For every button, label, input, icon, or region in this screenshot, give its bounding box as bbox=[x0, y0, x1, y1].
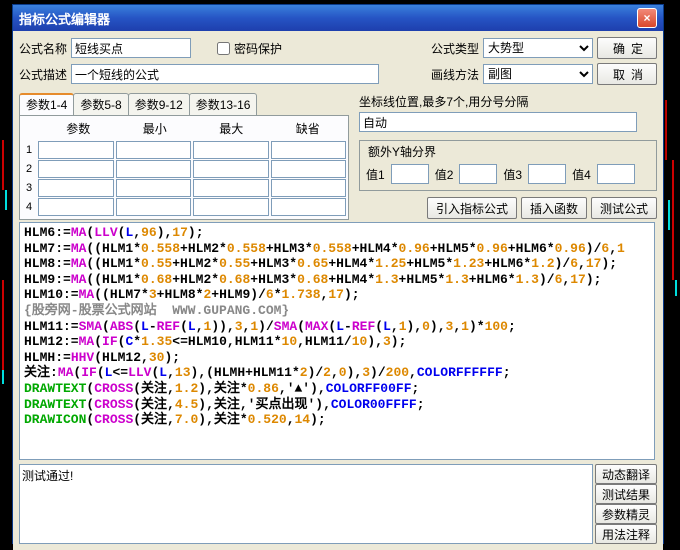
titlebar[interactable]: 指标公式编辑器 × bbox=[13, 5, 663, 31]
v1-label: 值1 bbox=[366, 166, 385, 183]
param-cell-input[interactable] bbox=[271, 141, 347, 159]
draw-method-select[interactable]: 副图 bbox=[483, 64, 593, 84]
param-row-num: 2 bbox=[22, 163, 36, 175]
param-header: 缺省 bbox=[270, 120, 347, 137]
param-cell-input[interactable] bbox=[193, 179, 269, 197]
cancel-button[interactable]: 取消 bbox=[597, 63, 657, 85]
v3-input[interactable] bbox=[528, 164, 566, 184]
password-protect-checkbox[interactable] bbox=[217, 42, 230, 55]
param-cell-input[interactable] bbox=[38, 160, 114, 178]
side-button[interactable]: 用法注释 bbox=[595, 524, 657, 544]
param-cell-input[interactable] bbox=[193, 141, 269, 159]
param-cell-input[interactable] bbox=[193, 198, 269, 216]
param-tab-1[interactable]: 参数1-4 bbox=[19, 93, 74, 115]
param-header: 最大 bbox=[193, 120, 270, 137]
formula-desc-input[interactable] bbox=[71, 64, 379, 84]
window-title: 指标公式编辑器 bbox=[19, 9, 110, 28]
import-formula-button[interactable]: 引入指标公式 bbox=[427, 197, 517, 219]
param-row-num: 4 bbox=[22, 201, 36, 213]
formula-name-input[interactable] bbox=[71, 38, 191, 58]
formula-name-label: 公式名称 bbox=[19, 40, 67, 57]
coord-label: 坐标线位置,最多7个,用分号分隔 bbox=[359, 95, 528, 109]
param-tab-3[interactable]: 参数9-12 bbox=[128, 93, 190, 115]
password-protect-label: 密码保护 bbox=[234, 40, 282, 57]
param-cell-input[interactable] bbox=[116, 179, 192, 197]
formula-desc-label: 公式描述 bbox=[19, 66, 67, 83]
ok-button[interactable]: 确定 bbox=[597, 37, 657, 59]
extra-y-title: 额外Y轴分界 bbox=[366, 143, 438, 160]
param-header: 参数 bbox=[40, 120, 117, 137]
code-editor[interactable]: HLM6:=MA(LLV(L,96),17);HLM7:=MA((HLM1*0.… bbox=[19, 222, 655, 460]
param-cell-input[interactable] bbox=[116, 198, 192, 216]
param-tab-4[interactable]: 参数13-16 bbox=[189, 93, 258, 115]
extra-y-fieldset: 额外Y轴分界 值1 值2 值3 值4 bbox=[359, 140, 657, 191]
coord-input[interactable] bbox=[359, 112, 637, 132]
v2-input[interactable] bbox=[459, 164, 497, 184]
param-cell-input[interactable] bbox=[38, 141, 114, 159]
v4-input[interactable] bbox=[597, 164, 635, 184]
param-row-num: 3 bbox=[22, 182, 36, 194]
param-cell-input[interactable] bbox=[116, 141, 192, 159]
v2-label: 值2 bbox=[435, 166, 454, 183]
insert-function-button[interactable]: 插入函数 bbox=[521, 197, 587, 219]
test-formula-button[interactable]: 测试公式 bbox=[591, 197, 657, 219]
param-cell-input[interactable] bbox=[38, 179, 114, 197]
param-cell-input[interactable] bbox=[38, 198, 114, 216]
param-cell-input[interactable] bbox=[271, 179, 347, 197]
draw-method-label: 画线方法 bbox=[431, 66, 479, 83]
side-button[interactable]: 动态翻译 bbox=[595, 464, 657, 484]
editor-window: 指标公式编辑器 × 公式名称 密码保护 公式类型 大势型 确定 公式描述 画线方… bbox=[12, 4, 664, 544]
message-area: 测试通过! bbox=[19, 464, 593, 544]
param-cell-input[interactable] bbox=[116, 160, 192, 178]
param-tab-2[interactable]: 参数5-8 bbox=[73, 93, 128, 115]
param-cell-input[interactable] bbox=[271, 198, 347, 216]
v3-label: 值3 bbox=[503, 166, 522, 183]
param-row-num: 1 bbox=[22, 144, 36, 156]
close-button[interactable]: × bbox=[637, 8, 657, 28]
formula-type-select[interactable]: 大势型 bbox=[483, 38, 593, 58]
side-button[interactable]: 参数精灵 bbox=[595, 504, 657, 524]
param-header: 最小 bbox=[117, 120, 194, 137]
side-button[interactable]: 测试结果 bbox=[595, 484, 657, 504]
formula-type-label: 公式类型 bbox=[431, 40, 479, 57]
param-cell-input[interactable] bbox=[271, 160, 347, 178]
v1-input[interactable] bbox=[391, 164, 429, 184]
param-cell-input[interactable] bbox=[193, 160, 269, 178]
v4-label: 值4 bbox=[572, 166, 591, 183]
